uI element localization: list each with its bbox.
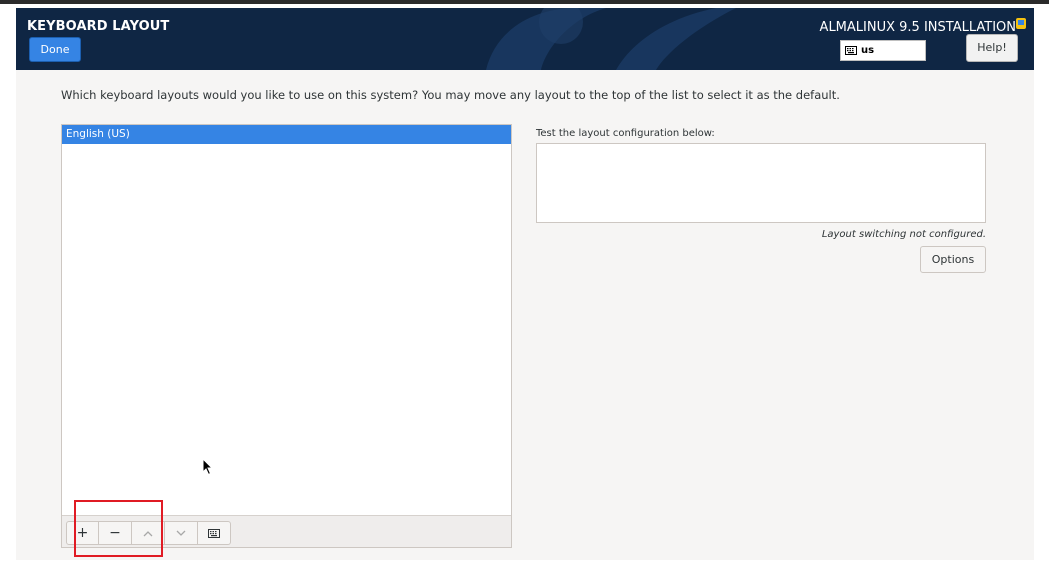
layout-list-item[interactable]: English (US) <box>62 125 511 144</box>
add-layout-button[interactable]: + <box>66 521 99 545</box>
layout-list-toolbar: + − <box>62 515 511 547</box>
instructions-text: Which keyboard layouts would you like to… <box>61 88 840 102</box>
layout-switching-note: Layout switching not configured. <box>821 229 986 240</box>
move-up-button[interactable] <box>132 521 165 545</box>
remove-layout-glyph: − <box>109 525 121 541</box>
layout-list[interactable]: English (US) + − <box>61 124 512 548</box>
mouse-cursor-icon <box>202 458 214 476</box>
chevron-up-icon <box>143 530 153 536</box>
test-layout-input[interactable] <box>536 143 986 223</box>
layout-rows: English (US) <box>62 125 511 144</box>
product-title: ALMALINUX 9.5 INSTALLATION <box>819 20 1016 35</box>
options-button[interactable]: Options <box>920 246 986 273</box>
done-button[interactable]: Done <box>29 37 81 62</box>
move-down-button[interactable] <box>165 521 198 545</box>
window-top-border <box>0 0 1049 4</box>
chevron-down-icon <box>176 530 186 536</box>
keyboard-indicator-label: us <box>861 45 875 56</box>
installer-window: KEYBOARD LAYOUT Done ALMALINUX 9.5 INSTA… <box>16 8 1034 560</box>
beta-badge-icon <box>1016 18 1026 29</box>
add-layout-glyph: + <box>76 525 89 541</box>
page-title: KEYBOARD LAYOUT <box>27 19 170 34</box>
header-bar: KEYBOARD LAYOUT Done ALMALINUX 9.5 INSTA… <box>16 8 1034 70</box>
preview-layout-button[interactable] <box>198 521 231 545</box>
keyboard-layout-indicator[interactable]: us <box>840 40 926 61</box>
toolbar-button-group: + − <box>66 521 231 545</box>
remove-layout-button[interactable]: − <box>99 521 132 545</box>
keyboard-icon <box>208 528 220 538</box>
test-layout-label: Test the layout configuration below: <box>536 128 715 139</box>
help-button[interactable]: Help! <box>966 34 1018 62</box>
keyboard-icon <box>845 46 857 55</box>
